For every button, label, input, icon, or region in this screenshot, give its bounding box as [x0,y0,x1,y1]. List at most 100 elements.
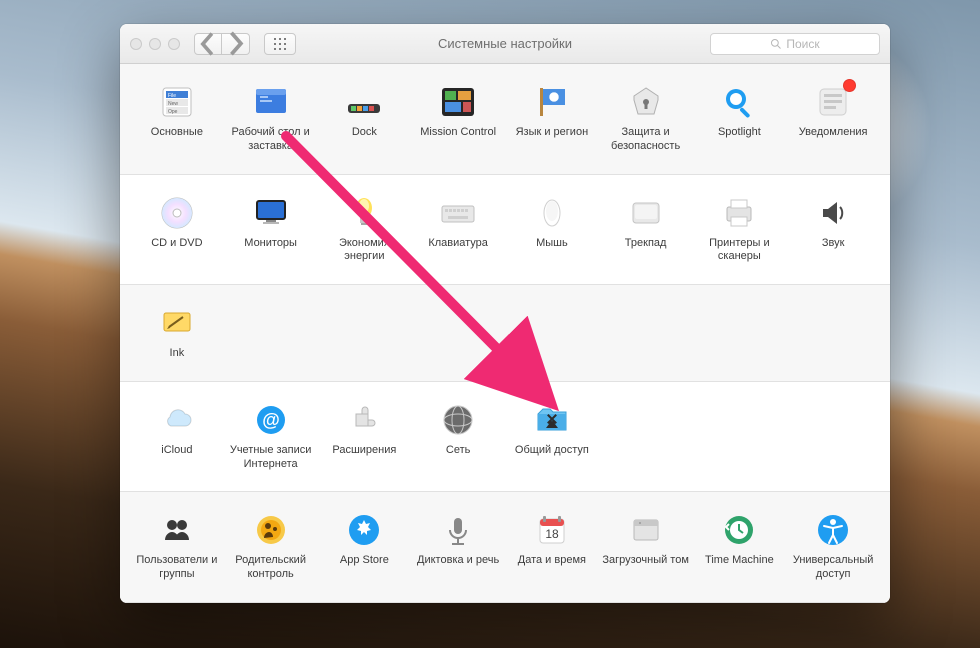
chevron-left-icon [195,31,221,57]
security-icon [626,82,666,122]
pref-item-label: Загрузочный том [602,554,689,568]
pref-item-label: Экономия энергии [320,237,410,265]
pref-item-dock[interactable]: Dock [318,78,412,164]
spotlight-icon [719,82,759,122]
pref-item-timemachine[interactable]: Time Machine [693,506,787,592]
pref-section-1: CD и DVD Мониторы Экономия энергииКлавиату… [120,175,890,286]
general-icon: File New Ope [157,82,197,122]
pref-item-sound[interactable]: Звук [786,189,880,275]
grid-icon [274,38,286,50]
pref-item-label: Пользователи и группы [132,554,222,582]
pref-section-3: iCloud @ Учетные записи Интернета Расширени… [120,382,890,493]
dictation-icon [438,510,478,550]
pref-item-label: Time Machine [705,554,774,568]
window-controls [130,38,180,50]
displays-icon [251,193,291,233]
pref-item-cddvd[interactable]: CD и DVD [130,189,224,275]
cddvd-icon [157,193,197,233]
pref-item-dictation[interactable]: Диктовка и речь [411,506,505,592]
pref-item-internet[interactable]: @ Учетные записи Интернета [224,396,318,482]
pref-item-label: App Store [340,554,389,568]
pref-item-label: Диктовка и речь [417,554,499,568]
svg-text:New: New [168,101,178,107]
pref-item-startup[interactable]: Загрузочный том [599,506,693,592]
pref-item-mission[interactable]: Mission Control [411,78,505,164]
pref-item-desktop[interactable]: Рабочий стол и заставка [224,78,318,164]
pref-item-icloud[interactable]: iCloud [130,396,224,482]
pref-item-security[interactable]: Защита и безопасность [599,78,693,164]
pref-item-extensions[interactable]: Расширения [318,396,412,482]
pref-item-label: Сеть [446,444,470,458]
trackpad-icon [626,193,666,233]
pref-item-displays[interactable]: Мониторы [224,189,318,275]
pref-item-sharing[interactable]: Общий доступ [505,396,599,482]
back-button[interactable] [194,33,222,55]
ink-icon [157,303,197,343]
pref-item-ink[interactable]: Ink [130,299,224,371]
pref-item-label: CD и DVD [151,237,202,251]
pref-item-label: Звук [822,237,845,251]
svg-text:@: @ [262,410,280,430]
users-icon [157,510,197,550]
appstore-icon [344,510,384,550]
pref-section-2: Ink [120,285,890,382]
pref-item-label: Мышь [536,237,568,251]
pref-item-parental[interactable]: Родительский контроль [224,506,318,592]
notification-badge [843,79,856,92]
parental-icon [251,510,291,550]
pref-item-label: iCloud [161,444,192,458]
nav-buttons [194,33,250,55]
network-icon [438,400,478,440]
svg-text:Ope: Ope [168,109,178,115]
mouse-icon [532,193,572,233]
minimize-window-button[interactable] [149,38,161,50]
pref-item-label: Mission Control [420,126,496,140]
titlebar: Системные настройки Поиск [120,24,890,64]
pref-item-label: Расширения [332,444,396,458]
pref-item-label: Уведомления [799,126,868,140]
pref-item-label: Общий доступ [515,444,589,458]
pref-item-energy[interactable]: Экономия энергии [318,189,412,275]
internet-icon: @ [251,400,291,440]
accessibility-icon [813,510,853,550]
pref-item-users[interactable]: Пользователи и группы [130,506,224,592]
pref-item-label: Учетные записи Интернета [226,444,316,472]
pref-item-spotlight[interactable]: Spotlight [693,78,787,164]
pref-item-accessibility[interactable]: Универсальный доступ [786,506,880,592]
pref-item-network[interactable]: Сеть [411,396,505,482]
close-window-button[interactable] [130,38,142,50]
pref-item-appstore[interactable]: App Store [318,506,412,592]
search-placeholder: Поиск [786,37,819,51]
zoom-window-button[interactable] [168,38,180,50]
dock-icon [344,82,384,122]
forward-button[interactable] [222,33,250,55]
desktop-icon [251,82,291,122]
show-all-button[interactable] [264,33,296,55]
svg-text:File: File [168,93,176,99]
icloud-icon [157,400,197,440]
notifications-icon [813,82,853,122]
pref-item-datetime[interactable]: 18Дата и время [505,506,599,592]
timemachine-icon [719,510,759,550]
language-icon [532,82,572,122]
pref-item-label: Принтеры и сканеры [695,237,785,265]
pref-item-label: Мониторы [244,237,297,251]
search-icon [770,38,782,50]
energy-icon [344,193,384,233]
pref-item-notifications[interactable]: Уведомления [786,78,880,164]
keyboard-icon [438,193,478,233]
pref-item-label: Дата и время [518,554,586,568]
pref-item-language[interactable]: Язык и регион [505,78,599,164]
pref-item-general[interactable]: FileNewOpeОсновные [130,78,224,164]
preference-panes: FileNewOpeОсновныеРабочий стол и заставк… [120,64,890,603]
pref-item-keyboard[interactable]: Клавиатура [411,189,505,275]
pref-item-trackpad[interactable]: Трекпад [599,189,693,275]
pref-item-mouse[interactable]: Мышь [505,189,599,275]
search-field[interactable]: Поиск [710,33,880,55]
sound-icon [813,193,853,233]
pref-section-4: Пользователи и группыРодительский контро… [120,492,890,603]
pref-item-label: Защита и безопасность [601,126,691,154]
pref-item-printers[interactable]: Принтеры и сканеры [693,189,787,275]
startup-icon [626,510,666,550]
pref-item-label: Spotlight [718,126,761,140]
